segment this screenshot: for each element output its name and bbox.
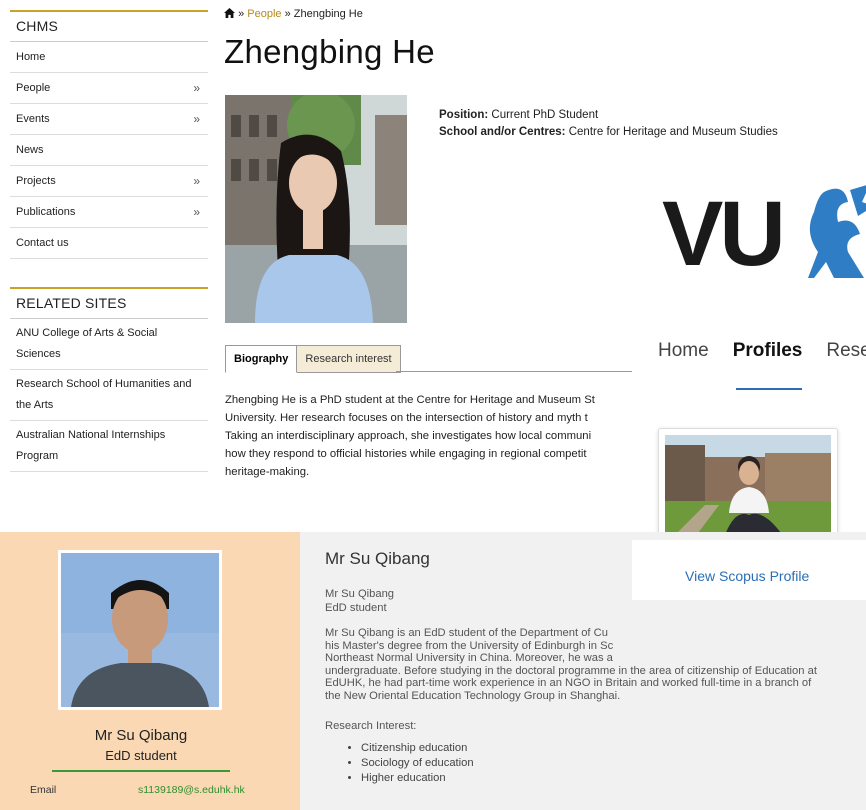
bio-line: undergraduate. Before studying in the do…: [325, 664, 817, 677]
eduhk-role: EdD student: [105, 748, 177, 763]
active-nav-underline: [736, 388, 802, 390]
sidebar-item-home[interactable]: Home: [10, 42, 208, 73]
list-item: Higher education: [361, 771, 474, 786]
sidebar-item-label: People: [16, 82, 51, 94]
eduhk-sub-name: Mr Su Qibang: [325, 588, 395, 600]
breadcrumb: » People » Zhengbing He: [224, 8, 363, 20]
breadcrumb-separator: »: [238, 8, 245, 20]
breadcrumb-people-link[interactable]: People: [247, 8, 281, 20]
expand-arrow-icon[interactable]: »: [193, 104, 200, 134]
page-title: Zhengbing He: [224, 33, 435, 70]
bio-line: his Master's degree from the University …: [325, 639, 614, 652]
vu-nav-profiles[interactable]: Profiles: [733, 340, 803, 361]
eduhk-heading: Mr Su Qibang: [325, 549, 430, 568]
sidebar-item-contact[interactable]: Contact us: [10, 228, 208, 259]
griffin-logo-icon: [808, 185, 866, 278]
bio-line: Mr Su Qibang is an EdD student of the De…: [325, 627, 608, 639]
sidebar-item-news[interactable]: News: [10, 135, 208, 166]
position-value: Current PhD Student: [491, 109, 599, 121]
vu-profile-photo: [665, 435, 831, 540]
sidebar-item-label: Contact us: [16, 237, 69, 249]
vu-photo-card: [658, 428, 838, 540]
expand-arrow-icon[interactable]: »: [193, 73, 200, 103]
vu-nav-research[interactable]: Rese: [826, 340, 866, 361]
school-row: School and/or Centres: Centre for Herita…: [439, 124, 778, 141]
vu-logo: VU: [662, 183, 786, 285]
profile-tabs: Biography Research interest: [225, 345, 401, 373]
related-link-rsha[interactable]: Research School of Humanities and the Ar…: [10, 370, 208, 421]
position-row: Position: Current PhD Student: [439, 107, 778, 124]
position-label: Position:: [439, 109, 489, 121]
sidebar-item-people[interactable]: People »: [10, 73, 208, 104]
school-value: Centre for Heritage and Museum Studies: [568, 126, 778, 138]
list-item: Citizenship education: [361, 741, 474, 756]
vu-nav-home[interactable]: Home: [658, 340, 709, 361]
bio-line: the New Oriental Education Technology Gr…: [325, 689, 621, 702]
related-link-internships[interactable]: Australian National Internships Program: [10, 421, 208, 472]
email-link[interactable]: s1139189@s.eduhk.hk: [138, 784, 245, 796]
vu-profile-panel: VU HomeProfilesRese View Scopus Profile: [632, 152, 866, 540]
divider: [52, 770, 230, 772]
chms-sidebar: CHMS Home People » Events » News Projects »…: [10, 10, 208, 472]
research-interest-label: Research Interest:: [325, 720, 417, 732]
profile-photo: [225, 95, 407, 323]
expand-arrow-icon[interactable]: »: [193, 166, 200, 196]
breadcrumb-separator: »: [284, 8, 291, 20]
profile-info: Position: Current PhD Student School and…: [439, 107, 778, 141]
tab-divider: [396, 371, 632, 372]
eduhk-name: Mr Su Qibang: [94, 727, 188, 744]
school-label: School and/or Centres:: [439, 126, 566, 138]
sidebar-item-publications[interactable]: Publications »: [10, 197, 208, 228]
breadcrumb-current: Zhengbing He: [293, 8, 363, 20]
tab-biography[interactable]: Biography: [225, 345, 298, 373]
home-icon[interactable]: [224, 8, 235, 18]
list-item: Sociology of education: [361, 756, 474, 771]
related-link-anu-cass[interactable]: ANU College of Arts & Social Sciences: [10, 319, 208, 370]
eduhk-bio: Mr Su Qibang is an EdD student of the De…: [325, 627, 817, 702]
sidebar-title: CHMS: [10, 10, 208, 42]
eduhk-profile-photo: [58, 550, 222, 710]
view-scopus-profile-link[interactable]: View Scopus Profile: [685, 568, 809, 584]
vu-nav: Home Profiles Rese: [658, 340, 866, 362]
sidebar-item-label: Home: [16, 51, 46, 63]
sidebar-item-label: News: [16, 144, 44, 156]
sidebar-item-label: Projects: [16, 175, 56, 187]
research-interest-list: Citizenship education Sociology of educa…: [345, 741, 474, 786]
sidebar-item-label: Events: [16, 113, 50, 125]
sidebar-item-label: Publications: [16, 206, 76, 218]
bio-line: Northeast Normal University in China. Mo…: [325, 652, 613, 664]
eduhk-profile-sidebar: Mr Su Qibang EdD student Email s1139189@…: [0, 532, 300, 810]
bio-line: EdUHK, he had part-time work experience …: [325, 677, 812, 689]
related-sites-title: RELATED SITES: [10, 287, 208, 319]
sidebar-item-projects[interactable]: Projects »: [10, 166, 208, 197]
eduhk-sub-role: EdD student: [325, 602, 387, 614]
tab-research-interest[interactable]: Research interest: [297, 345, 401, 373]
sidebar-item-events[interactable]: Events »: [10, 104, 208, 135]
email-label: Email: [30, 784, 57, 796]
expand-arrow-icon[interactable]: »: [193, 197, 200, 227]
